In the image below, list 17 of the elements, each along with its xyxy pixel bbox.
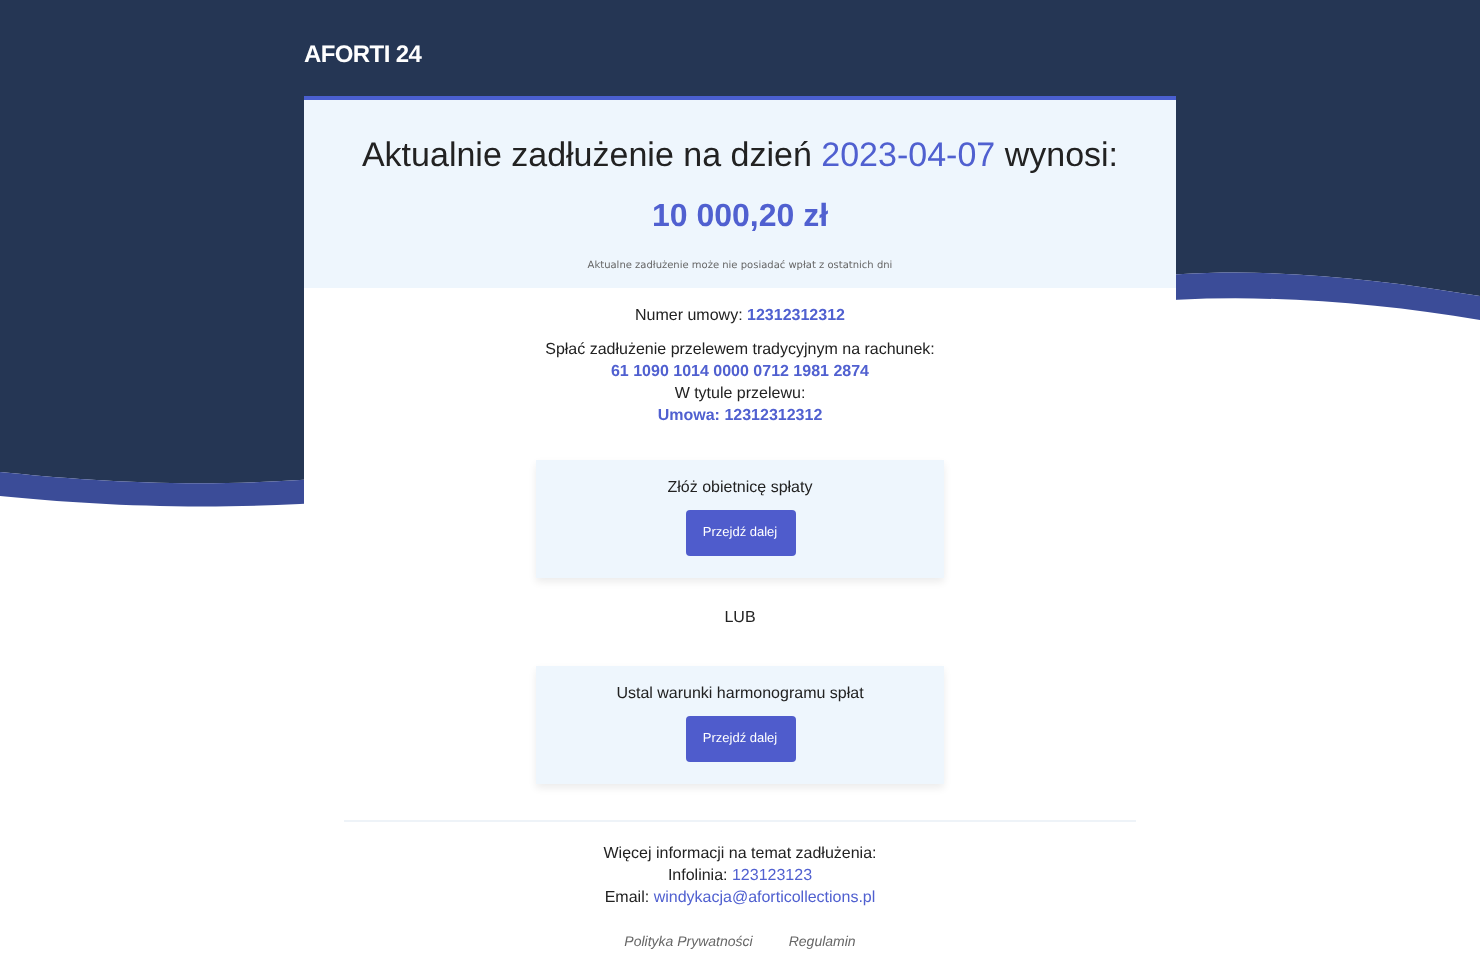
contract-label: Numer umowy: — [635, 306, 743, 324]
option-title: Złóż obietnicę spłaty — [667, 478, 813, 496]
transfer-instruction: Spłać zadłużenie przelewem tradycyjnym na rachunek: — [545, 338, 935, 360]
phone-link[interactable]: 123123123 — [731, 866, 813, 884]
account-number: 61 1090 1014 0000 0712 1981 2874 — [610, 360, 869, 382]
contact-heading: Więcej informacji na temat zadłużenia: — [603, 842, 877, 864]
debt-heading: Aktualnie zadłużenie na dzień 2023-04-07 wynosi: — [359, 136, 1121, 176]
option-title: Ustal warunki harmonogramu spłat — [616, 684, 864, 702]
logo: AFORTI 24 — [304, 40, 424, 72]
debt-amount: 10 000,20 zł — [649, 200, 831, 236]
phone-label: Infolinia: — [667, 866, 728, 884]
transfer-title-label: W tytule przelewu: — [674, 382, 806, 404]
email-link[interactable]: windykacja@aforticollections.pl — [653, 888, 876, 906]
transfer-title-value: Umowa: 12312312312 — [657, 404, 823, 426]
separator-text: LUB — [724, 608, 756, 626]
contract-number: 12312312312 — [747, 306, 845, 324]
email-label: Email: — [604, 888, 650, 906]
